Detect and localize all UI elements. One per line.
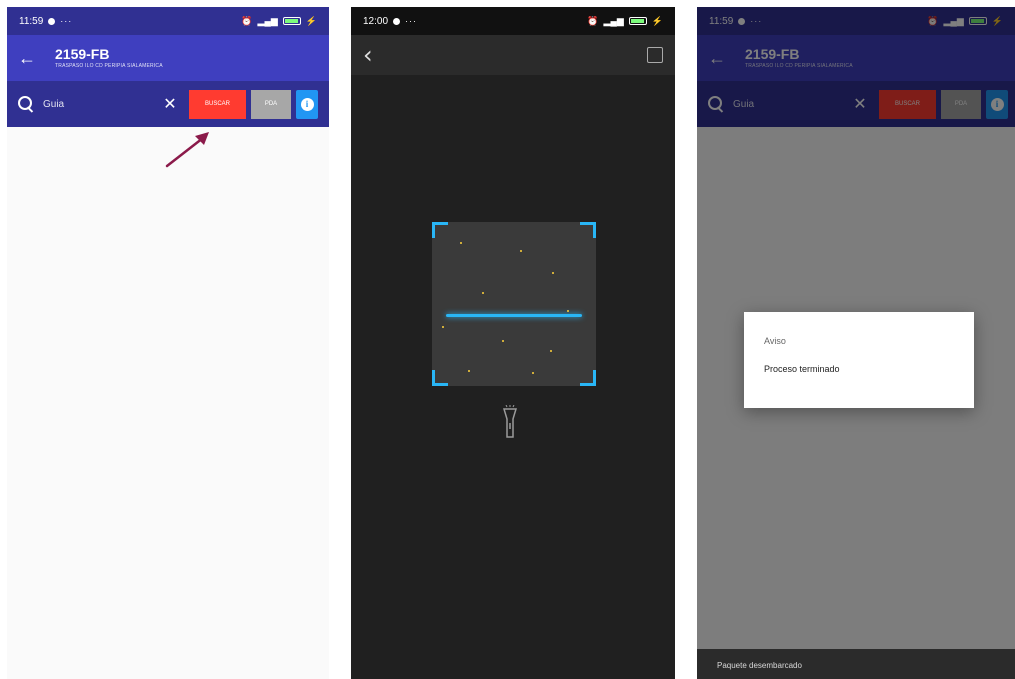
camera-speck [468, 370, 470, 372]
viewfinder-corner [432, 222, 448, 238]
camera-speck [552, 272, 554, 274]
camera-speck [502, 340, 504, 342]
status-bar: 12:00 ··· ⏰ ▂▄▆ ⚡ [351, 7, 675, 35]
signal-icon: ▂▄▆ [603, 15, 624, 26]
more-notifications-icon: ··· [405, 16, 418, 26]
status-time: 12:00 [363, 15, 389, 27]
camera-speck [482, 292, 484, 294]
viewfinder-corner [432, 370, 448, 386]
snackbar: Paquete desembarcado [697, 649, 1015, 679]
snackbar-text: Paquete desembarcado [717, 661, 802, 670]
notification-icon [393, 17, 401, 25]
scan-viewfinder [432, 222, 596, 386]
gallery-icon[interactable] [647, 47, 663, 63]
flashlight-icon[interactable] [503, 405, 517, 439]
camera-speck [532, 372, 534, 374]
camera-speck [442, 326, 444, 328]
camera-speck [550, 350, 552, 352]
annotation-arrow-icon [165, 132, 209, 168]
scanner-toolbar: ‹ [351, 35, 675, 75]
alarm-icon: ⏰ [587, 15, 599, 26]
phone-screen-search: 11:59 ··· ⏰ ▂▄▆ ⚡ ← 2159-FB TRASPASO ILO… [7, 7, 329, 679]
viewfinder-corner [580, 370, 596, 386]
chevron-left-icon[interactable]: ‹ [363, 41, 373, 69]
dialog-message: Proceso terminado [764, 364, 840, 374]
phone-screen-scanner: 12:00 ··· ⏰ ▂▄▆ ⚡ ‹ [351, 7, 675, 679]
scan-line [446, 314, 582, 317]
camera-speck [460, 242, 462, 244]
camera-speck [520, 250, 522, 252]
camera-speck [567, 310, 569, 312]
viewfinder-corner [580, 222, 596, 238]
battery-icon [628, 17, 647, 25]
alert-dialog: Aviso Proceso terminado [744, 312, 974, 408]
dialog-title: Aviso [764, 336, 786, 346]
phone-screen-dialog: 11:59 ··· ⏰ ▂▄▆ ⚡ ← 2159-FB TRASPASO ILO… [697, 7, 1015, 679]
charging-icon: ⚡ [651, 15, 663, 26]
results-area [7, 127, 329, 679]
